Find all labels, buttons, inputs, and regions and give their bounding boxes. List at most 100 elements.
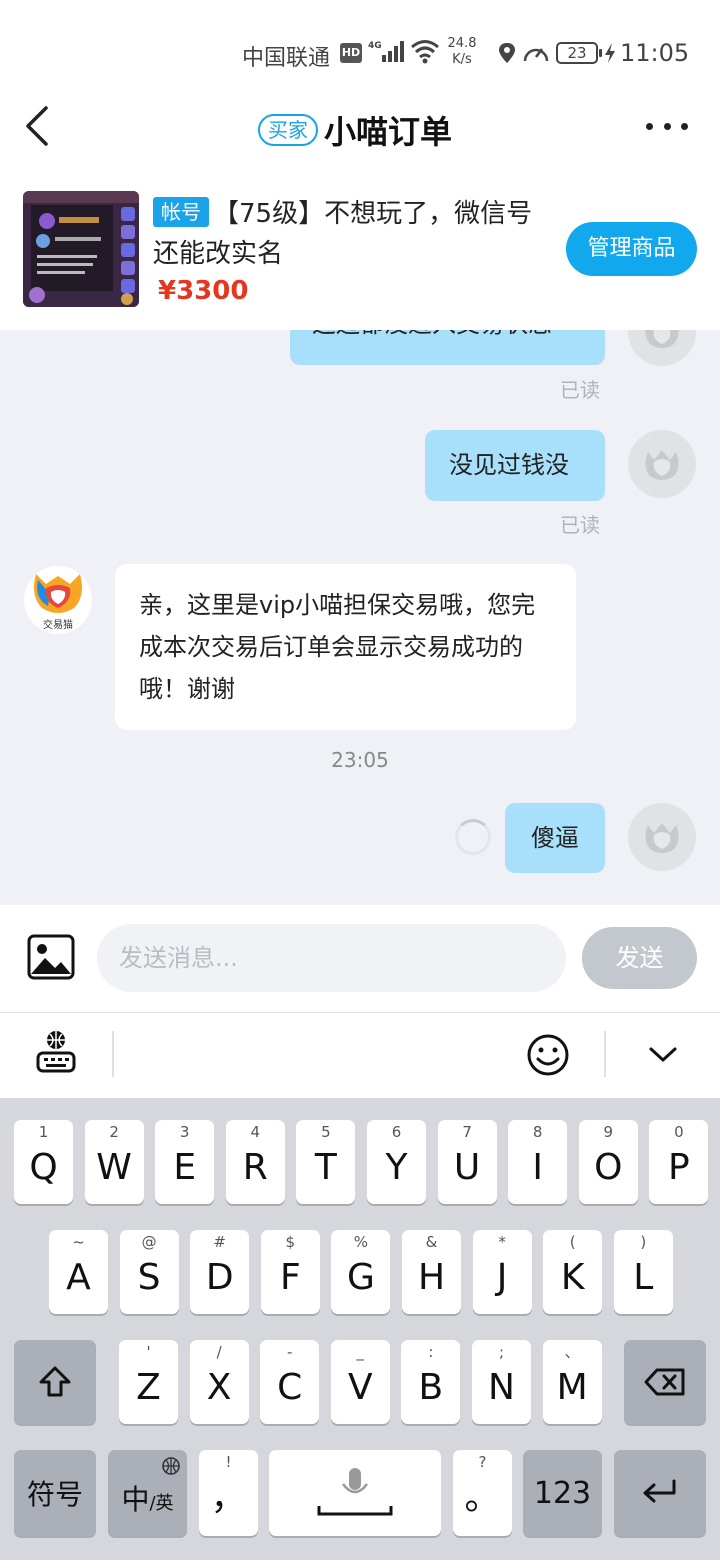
key-v[interactable]: _ V (330, 1340, 390, 1424)
key-label: F (279, 1257, 301, 1298)
numbers-key[interactable]: 123 (523, 1450, 602, 1536)
key-label: K (560, 1257, 585, 1298)
key-y[interactable]: 6Y (367, 1120, 426, 1204)
chat-messages[interactable]: 这边都没进入交易状态 已读 没见过钱没 已读 交易猫 亲，这里是vip小喵担保交… (0, 330, 720, 905)
key-hint: 1 (38, 1123, 49, 1141)
manage-product-button[interactable]: 管理商品 (566, 222, 697, 276)
send-button[interactable]: 发送 (582, 927, 697, 989)
emoji-icon[interactable] (526, 1033, 570, 1077)
numbers-label: 123 (533, 1475, 592, 1511)
key-g[interactable]: % G (331, 1230, 391, 1314)
enter-key[interactable] (614, 1450, 706, 1536)
read-status: 已读 (560, 378, 600, 402)
key-label: J (496, 1257, 508, 1298)
key-j[interactable]: * J (472, 1230, 532, 1314)
language-switch-key[interactable]: 中/英 (108, 1450, 187, 1536)
key-i[interactable]: 8I (508, 1120, 568, 1204)
key-hint: & (425, 1233, 438, 1251)
avatar[interactable]: 交易猫 (24, 566, 92, 634)
symbols-key[interactable]: 符号 (14, 1450, 96, 1536)
chevron-left-icon[interactable] (20, 104, 60, 148)
message-bubble-outgoing[interactable]: 傻逼 (505, 803, 605, 873)
period-key[interactable]: ? 。 (453, 1450, 512, 1536)
keyboard-toolbar (0, 1012, 720, 1098)
product-title-block: 帐号 【75级】不想玩了，微信号还能改实名 (153, 194, 553, 274)
speedometer-icon (523, 48, 549, 62)
key-label: M (556, 1367, 588, 1408)
key-label: O (594, 1147, 623, 1188)
avatar[interactable] (628, 803, 696, 871)
key-z[interactable]: ' Z (119, 1340, 178, 1424)
message-input[interactable] (97, 924, 566, 992)
key-label: C (277, 1367, 303, 1408)
page-title: 小喵订单 (324, 113, 453, 151)
key-hint: 3 (179, 1123, 190, 1141)
key-hint: 0 (674, 1123, 684, 1141)
keyboard: 1Q2W3E4R5T6Y7U8I9O0P ~ A @ S # D $ F% G & H * J(K) L … (0, 1098, 720, 1560)
key-e[interactable]: 3E (155, 1120, 215, 1204)
network-speed: 24.8 K/s (444, 36, 480, 68)
key-hint: ' (146, 1343, 151, 1361)
product-card[interactable]: 帐号 【75级】不想玩了，微信号还能改实名 ¥3300 管理商品 (0, 180, 720, 330)
hd-badge: HD (340, 43, 362, 63)
key-t[interactable]: 5T (296, 1120, 356, 1204)
key-w[interactable]: 2W (84, 1120, 144, 1204)
key-label: T (314, 1147, 337, 1188)
key-label: R (242, 1147, 268, 1188)
key-r[interactable]: 4R (225, 1120, 285, 1204)
key-hint: : (428, 1343, 434, 1361)
key-c[interactable]: -C (260, 1340, 320, 1424)
avatar[interactable] (628, 430, 696, 498)
message-timestamp: 23:05 (331, 748, 389, 772)
key-s[interactable]: @ S (119, 1230, 179, 1314)
key-o[interactable]: 9O (578, 1120, 638, 1204)
key-hint: @ (141, 1233, 157, 1251)
backspace-key[interactable] (624, 1340, 706, 1424)
speed-unit: K/s (452, 52, 472, 67)
key-l[interactable]: ) L (613, 1230, 673, 1314)
key-hint: 2 (109, 1123, 119, 1141)
user-avatar-icon (645, 823, 679, 853)
key-q[interactable]: 1Q (14, 1120, 73, 1204)
key-label: I (532, 1147, 543, 1188)
key-hint: $ (285, 1233, 296, 1251)
keyboard-settings-icon[interactable] (36, 1029, 76, 1073)
key-label: L (633, 1257, 654, 1298)
key-p[interactable]: 0P (649, 1120, 709, 1204)
sending-spinner-icon (455, 819, 491, 855)
more-dots-icon[interactable] (646, 120, 688, 132)
key-m[interactable]: 、 M (542, 1340, 602, 1424)
key-u[interactable]: 7U (437, 1120, 497, 1204)
microphone-icon (317, 1468, 393, 1516)
key-n[interactable]: ; N (472, 1340, 531, 1424)
key-label: S (137, 1257, 161, 1298)
key-f[interactable]: $ F (260, 1230, 320, 1314)
space-key[interactable] (269, 1450, 441, 1536)
charging-icon (605, 43, 615, 63)
key-a[interactable]: ~ A (49, 1230, 108, 1314)
key-hint: ! (225, 1453, 232, 1471)
key-b[interactable]: :B (401, 1340, 461, 1424)
key-hint: % (353, 1233, 369, 1251)
product-thumbnail[interactable] (23, 191, 139, 307)
image-icon[interactable] (27, 934, 75, 980)
key-label: ， (210, 1477, 247, 1518)
comma-key[interactable]: ! ， (199, 1450, 258, 1536)
key-h[interactable]: & H (402, 1230, 461, 1314)
key-d[interactable]: # D (190, 1230, 250, 1314)
message-bubble-incoming[interactable]: 亲，这里是vip小喵担保交易哦，您完成本次交易后订单会显示交易成功的哦！谢谢 (115, 564, 576, 730)
key-x[interactable]: / X (189, 1340, 249, 1424)
key-k[interactable]: (K (543, 1230, 603, 1314)
user-avatar-icon (645, 330, 679, 348)
avatar-caption: 交易猫 (43, 620, 73, 631)
chevron-down-icon[interactable] (648, 1045, 678, 1065)
key-label: Z (136, 1367, 161, 1408)
key-label: Q (29, 1147, 58, 1188)
message-bubble-outgoing[interactable]: 没见过钱没 (425, 430, 605, 501)
key-label: G (346, 1257, 375, 1298)
message-bubble-outgoing[interactable]: 这边都没进入交易状态 (290, 330, 605, 365)
shift-key[interactable] (14, 1340, 96, 1424)
avatar[interactable] (628, 330, 696, 366)
key-hint: 6 (391, 1123, 402, 1141)
language-label: 中/英 (108, 1450, 187, 1536)
